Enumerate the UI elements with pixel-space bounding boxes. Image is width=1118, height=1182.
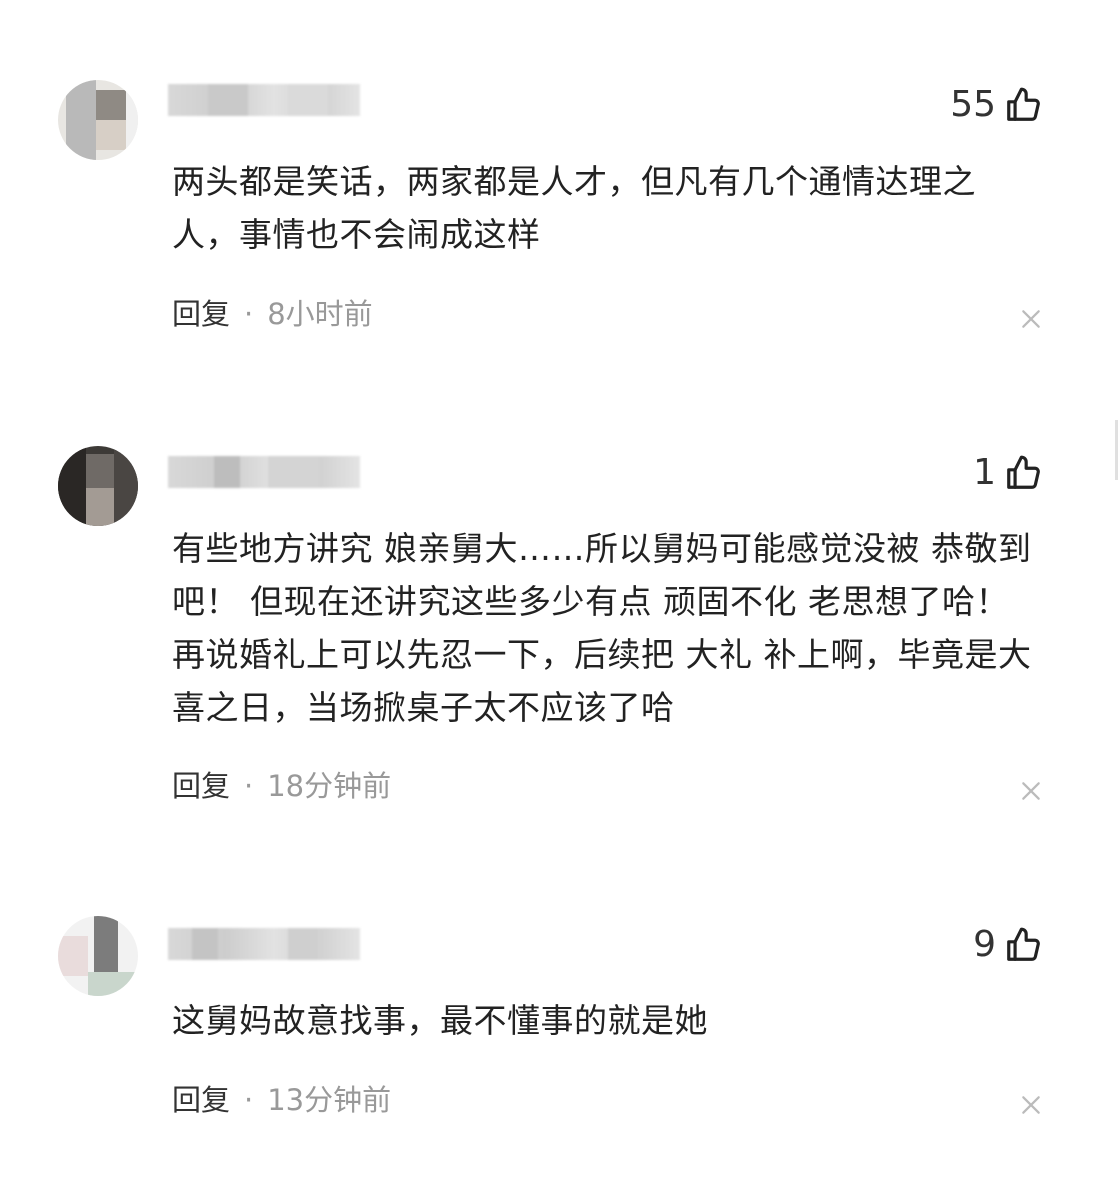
- reply-button[interactable]: 回复: [172, 1086, 230, 1115]
- meta-separator: ·: [244, 297, 254, 331]
- close-icon[interactable]: [1020, 308, 1042, 330]
- reply-button[interactable]: 回复: [172, 772, 230, 801]
- avatar[interactable]: [58, 80, 138, 160]
- reply-button[interactable]: 回复: [172, 300, 230, 329]
- like-button[interactable]: 9: [973, 926, 1042, 964]
- close-icon[interactable]: [1020, 780, 1042, 802]
- thumbs-up-icon: [1007, 927, 1040, 961]
- like-button[interactable]: 1: [973, 454, 1042, 492]
- thumbs-up-icon: [1007, 87, 1040, 121]
- username-blurred[interactable]: [168, 456, 360, 488]
- comment-text: 有些地方讲究 娘亲舅大……所以舅妈可能感觉没被 恭敬到吧！ 但现在还讲究这些多少…: [172, 529, 1032, 727]
- avatar[interactable]: [58, 446, 138, 526]
- username-blurred[interactable]: [168, 84, 360, 116]
- comment-time: 18分钟前: [267, 769, 392, 803]
- meta-separator: ·: [244, 1083, 254, 1117]
- comment-meta: 回复 · 18分钟前: [172, 772, 391, 801]
- like-button[interactable]: 55: [950, 86, 1042, 124]
- like-count: 55: [950, 84, 996, 125]
- meta-separator: ·: [244, 769, 254, 803]
- comment-meta: 回复 · 8小时前: [172, 300, 373, 329]
- comment-meta: 回复 · 13分钟前: [172, 1086, 391, 1115]
- comment-text: 这舅妈故意找事，最不懂事的就是她: [172, 1001, 708, 1040]
- thumbs-up-icon: [1007, 455, 1040, 489]
- comment-time: 8小时前: [267, 297, 373, 331]
- username-blurred[interactable]: [168, 928, 360, 960]
- comment-time: 13分钟前: [267, 1083, 392, 1117]
- avatar[interactable]: [58, 916, 138, 996]
- like-count: 9: [973, 924, 996, 965]
- like-count: 1: [973, 452, 996, 493]
- close-icon[interactable]: [1020, 1094, 1042, 1116]
- comment-text: 两头都是笑话，两家都是人才，但凡有几个通情达理之人，事情也不会闹成这样: [172, 162, 976, 254]
